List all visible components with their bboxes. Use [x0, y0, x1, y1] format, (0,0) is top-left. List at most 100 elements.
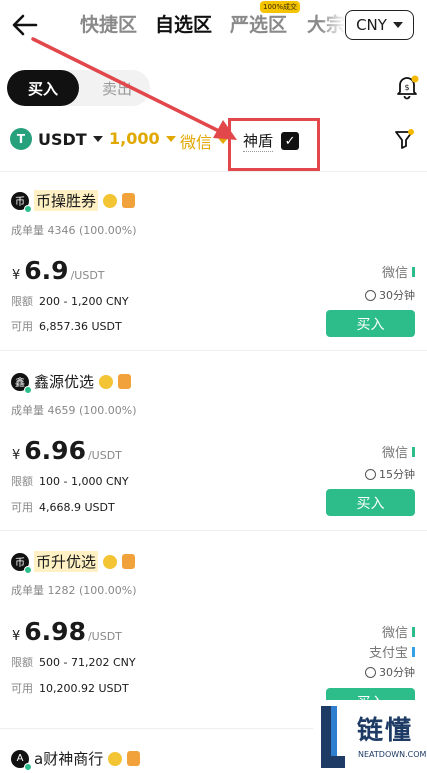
price-unit: /USDT	[70, 269, 105, 282]
payment-method: 支付宝	[369, 642, 415, 661]
clock-icon	[365, 468, 376, 480]
payment-label: 微信	[381, 446, 408, 461]
shield-badge-icon	[122, 193, 136, 208]
available-value: 10,200.92 USDT	[39, 682, 129, 695]
watermark-title: 链懂	[357, 716, 414, 746]
chevron-down-icon	[218, 138, 229, 144]
shield-badge-icon	[122, 554, 136, 569]
payment-label: 支付宝	[368, 646, 408, 661]
limit-value: 200 - 1,200 CNY	[39, 295, 129, 308]
chevron-down-icon	[392, 22, 403, 28]
volume-label: 成单量	[11, 584, 44, 597]
buy-tab[interactable]: 买入	[7, 70, 79, 106]
tether-coin-icon: T	[10, 128, 32, 150]
available-value: 6,857.36 USDT	[39, 320, 122, 333]
tab-selected[interactable]: 严选区 100%成交	[230, 1, 301, 40]
card-separator	[0, 530, 427, 531]
available-label: 可用	[11, 682, 33, 695]
tab-fade	[320, 0, 346, 48]
payment-color-bar	[412, 626, 415, 637]
limit-line: 限额 200 - 1,200 CNY	[11, 293, 129, 309]
pay-time: 30分钟	[365, 664, 415, 680]
online-dot	[24, 565, 32, 574]
payment-method: 微信	[382, 622, 415, 641]
available-line: 可用 10,200.92 USDT	[11, 680, 129, 696]
limit-value: 500 - 71,202 CNY	[39, 656, 136, 669]
currency-symbol: ¥	[12, 268, 21, 283]
available-label: 可用	[11, 501, 33, 514]
time-value: 15分钟	[379, 468, 415, 481]
chevron-down-icon	[165, 135, 176, 142]
payment-select[interactable]: 微信	[180, 129, 229, 153]
verified-badge-icon	[103, 193, 118, 208]
limit-line: 限额 500 - 71,202 CNY	[11, 654, 136, 670]
shield-badge-icon	[118, 374, 132, 389]
merchant-label: 鑫源优选	[34, 373, 95, 391]
volume-line: 成单量 4659 (100.00%)	[11, 402, 137, 418]
verified-badge-icon	[99, 374, 114, 389]
avatar-letter: 币	[15, 197, 25, 208]
back-arrow-icon[interactable]	[10, 10, 40, 40]
available-line: 可用 6,857.36 USDT	[11, 318, 122, 334]
available-value: 4,668.9 USDT	[39, 501, 115, 514]
merchant-name[interactable]: 币 币升优选	[11, 551, 136, 574]
avatar: A	[11, 749, 32, 771]
time-value: 30分钟	[379, 666, 415, 679]
volume-value: 4346 (100.00%)	[47, 224, 137, 237]
price: ¥ 6.9 /USDT	[12, 256, 105, 285]
merchant-name[interactable]: A a财神商行	[11, 748, 141, 771]
market-tabs: 快捷区 自选区 严选区 100%成交	[80, 1, 301, 40]
avatar-letter: A	[16, 753, 24, 764]
sell-tab[interactable]: 卖出	[87, 70, 147, 106]
chevron-down-icon	[92, 136, 103, 142]
volume-value: 1282 (100.00%)	[47, 584, 137, 597]
filter-bar: T USDT 1,000 微信 神盾 ✓	[0, 120, 427, 160]
online-dot	[24, 385, 32, 394]
merchant-name[interactable]: 鑫 鑫源优选	[11, 371, 132, 394]
top-nav: 快捷区 自选区 严选区 100%成交 大宗 CNY	[0, 0, 427, 52]
price-unit: /USDT	[87, 449, 122, 462]
avatar: 币	[11, 191, 32, 213]
merchant-label: 币操胜券	[34, 190, 99, 211]
filter-funnel-icon[interactable]	[393, 128, 415, 150]
pay-time: 15分钟	[365, 466, 415, 482]
price: ¥ 6.98 /USDT	[12, 617, 122, 646]
currency-symbol: ¥	[12, 448, 21, 463]
amount-value: 1,000	[109, 129, 160, 148]
price-unit: /USDT	[87, 630, 122, 643]
merchant-name[interactable]: 币 币操胜券	[11, 190, 136, 213]
buy-sell-toggle: 买入 卖出	[7, 70, 150, 106]
avatar-letter: 币	[15, 558, 25, 569]
avatar: 币	[11, 552, 32, 574]
notification-bell-icon[interactable]: $	[394, 74, 420, 100]
merchant-label: 币升优选	[34, 551, 99, 572]
currency-select[interactable]: CNY	[345, 10, 414, 40]
amount-select[interactable]: 1,000	[109, 129, 176, 148]
buy-button[interactable]: 买入	[326, 310, 415, 337]
payment-method: 微信	[382, 442, 415, 461]
price-value: 6.96	[24, 436, 86, 465]
payment-label: 微信	[381, 266, 408, 281]
payment-value: 微信	[180, 133, 213, 152]
asset-select[interactable]: T USDT	[10, 128, 103, 150]
tab-custom[interactable]: 自选区	[155, 10, 212, 40]
verified-badge-icon	[108, 751, 123, 766]
tab-selected-label: 严选区	[230, 14, 288, 36]
payment-color-bar	[412, 266, 415, 277]
clock-icon	[365, 289, 376, 301]
buy-button[interactable]: 买入	[326, 489, 415, 516]
watermark: 链懂 NEATDOWN.COM	[313, 700, 427, 773]
limit-value: 100 - 1,000 CNY	[39, 475, 129, 488]
payment-label: 微信	[381, 626, 408, 641]
price: ¥ 6.96 /USDT	[12, 436, 122, 465]
limit-line: 限额 100 - 1,000 CNY	[11, 473, 129, 489]
filter-divider	[0, 171, 427, 172]
watermark-domain: NEATDOWN.COM	[358, 750, 427, 759]
volume-label: 成单量	[11, 404, 44, 417]
limit-label: 限额	[11, 656, 33, 669]
pay-time: 30分钟	[365, 287, 415, 303]
tab-badge: 100%成交	[260, 1, 301, 13]
svg-text:$: $	[404, 83, 409, 92]
online-dot	[24, 762, 32, 771]
tab-quick[interactable]: 快捷区	[80, 10, 137, 40]
